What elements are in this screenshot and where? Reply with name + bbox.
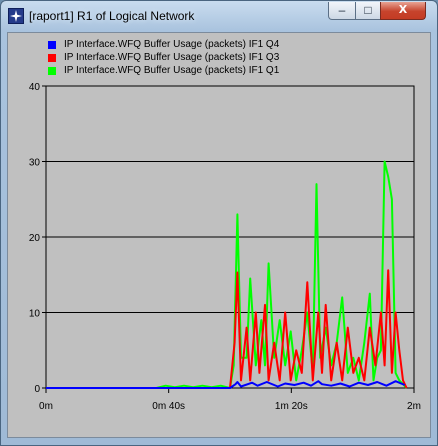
minimize-button[interactable]: – [328,2,356,20]
maximize-button[interactable]: □ [355,2,381,20]
x-tick-label-1: 0m 40s [152,401,185,412]
chart-window: [raport1] R1 of Logical Network – □ X IP… [0,0,438,446]
chart-panel: IP Interface.WFQ Buffer Usage (packets) … [7,32,431,438]
close-button[interactable]: X [380,2,426,20]
y-tick-label-0: 0 [34,384,40,395]
close-icon: X [398,3,408,16]
window-title: [raport1] R1 of Logical Network [29,9,195,23]
line-chart: 0 10 20 30 40 0m 0m 40s 1m 20s 2m [29,82,421,412]
app-icon[interactable] [8,8,24,24]
maximize-icon: □ [364,3,372,17]
y-tick-label-10: 10 [29,309,41,320]
x-tick-label-0: 0m [39,401,53,412]
y-tick-label-30: 30 [29,158,41,169]
x-tick-label-3: 2m [407,401,421,412]
y-tick-label-20: 20 [29,233,41,244]
title-bar[interactable]: [raport1] R1 of Logical Network – □ X [1,1,437,31]
minimize-icon: – [338,3,346,17]
y-tick-label-40: 40 [29,82,41,93]
x-tick-label-2: 1m 20s [275,401,308,412]
